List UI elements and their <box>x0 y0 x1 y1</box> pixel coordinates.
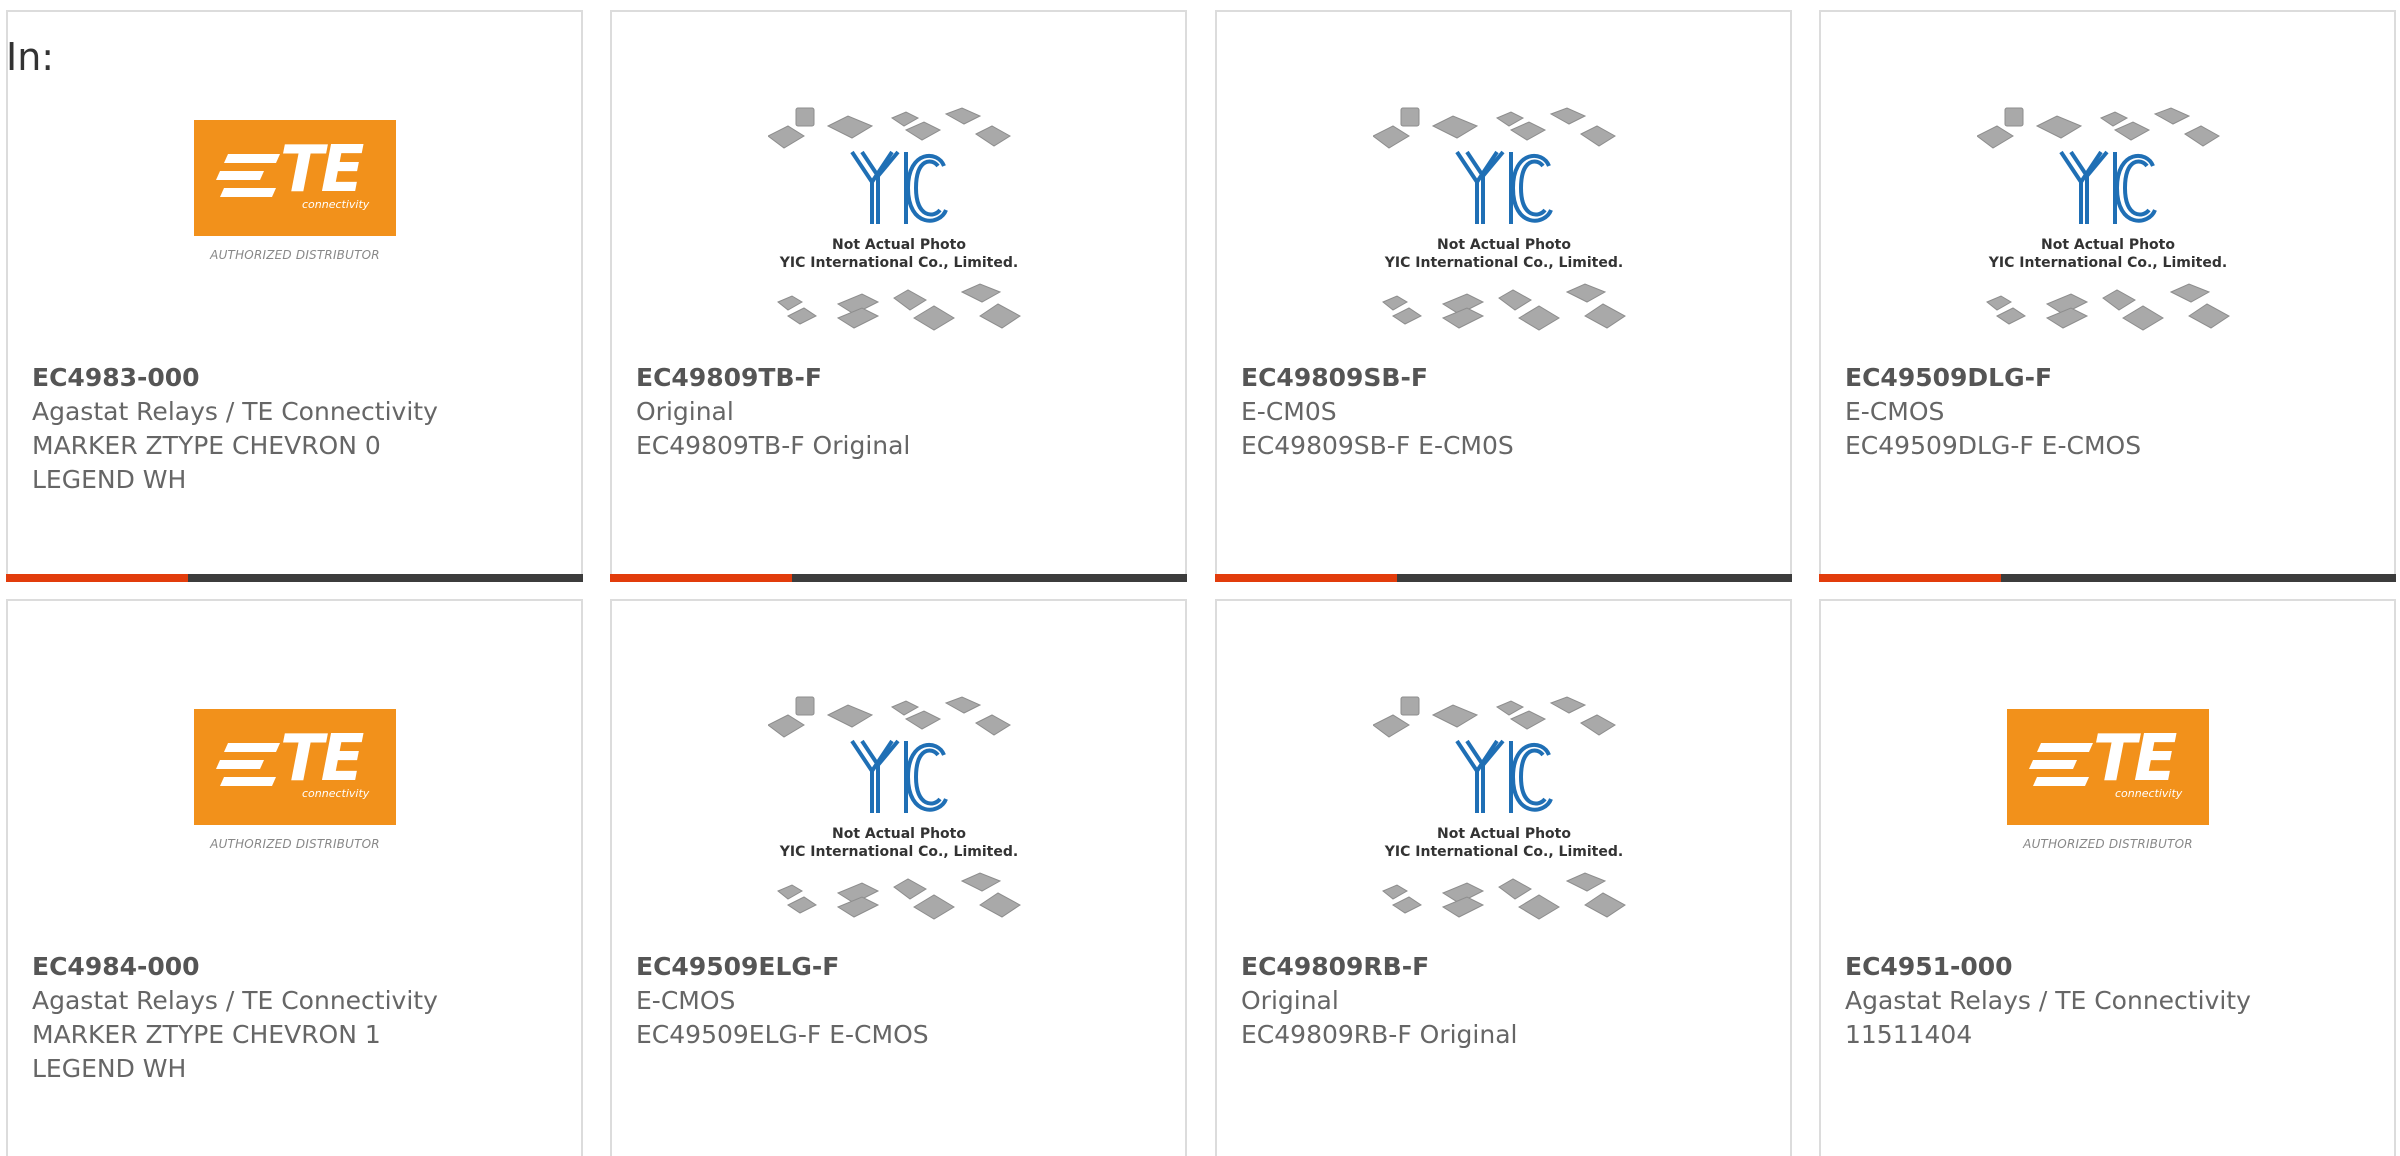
product-part-number[interactable]: EC49809RB-F <box>1241 950 1770 984</box>
chip-packages-icon <box>1372 107 1626 331</box>
card-bottom-bar <box>1819 574 2396 582</box>
product-description: 11511404 <box>1845 1020 1973 1049</box>
product-part-number[interactable]: EC4983-000 <box>32 361 561 395</box>
product-manufacturer-or-condition: Original <box>636 397 734 426</box>
te-bars-icon <box>2029 743 2093 786</box>
te-connectivity-logo: TE connectivity AUTHORIZED DISTRIBUTOR <box>194 120 396 262</box>
product-card[interactable]: TE connectivity AUTHORIZED DISTRIBUTOR E… <box>1819 599 2396 1156</box>
product-image[interactable]: Not Actual Photo YIC International Co., … <box>612 94 1185 346</box>
card-bottom-bar <box>1215 574 1792 582</box>
product-manufacturer-or-condition: E-CMOS <box>1845 397 1945 426</box>
product-description: EC49509DLG-F E-CMOS <box>1845 431 2142 460</box>
product-part-number[interactable]: EC49809SB-F <box>1241 361 1770 395</box>
product-description: EC49809RB-F Original <box>1241 1020 1518 1049</box>
product-card[interactable]: TE connectivity AUTHORIZED DISTRIBUTOR E… <box>6 10 583 582</box>
chip-packages-icon <box>767 696 1021 920</box>
product-image[interactable]: Not Actual Photo YIC International Co., … <box>1821 94 2394 346</box>
product-card[interactable]: TE connectivity AUTHORIZED DISTRIBUTOR E… <box>6 599 583 1156</box>
te-bars-icon <box>216 154 280 197</box>
product-card[interactable]: Not Actual Photo YIC International Co., … <box>610 599 1187 1156</box>
product-card[interactable]: Not Actual Photo YIC International Co., … <box>1215 599 1792 1156</box>
card-bottom-bar <box>610 574 1187 582</box>
product-info: EC4984-000 Agastat Relays / TE Connectivi… <box>32 950 561 1086</box>
product-description: MARKER ZTYPE CHEVRON 0 <box>32 431 381 460</box>
product-description: EC49809SB-F E-CM0S <box>1241 431 1514 460</box>
product-info: EC49809SB-F E-CM0S EC49809SB-F E-CM0S <box>1241 361 1770 463</box>
te-connectivity-logo: TE connectivity AUTHORIZED DISTRIBUTOR <box>194 709 396 851</box>
product-card[interactable]: Not Actual Photo YIC International Co., … <box>1819 10 2396 582</box>
product-part-number[interactable]: EC49809TB-F <box>636 361 1165 395</box>
chip-packages-icon <box>1372 696 1626 920</box>
product-description: EC49509ELG-F E-CMOS <box>636 1020 929 1049</box>
product-info: EC4983-000 Agastat Relays / TE Connectivi… <box>32 361 561 497</box>
product-description: EC49809TB-F Original <box>636 431 911 460</box>
product-manufacturer-or-condition: E-CMOS <box>636 986 736 1015</box>
product-info: EC49809TB-F Original EC49809TB-F Original <box>636 361 1165 463</box>
product-part-number[interactable]: EC49509DLG-F <box>1845 361 2374 395</box>
product-info: EC49509DLG-F E-CMOS EC49509DLG-F E-CMOS <box>1845 361 2374 463</box>
product-description: MARKER ZTYPE CHEVRON 1 <box>32 1020 381 1049</box>
product-image[interactable]: TE connectivity AUTHORIZED DISTRIBUTOR <box>1821 683 2394 935</box>
product-info: EC49509ELG-F E-CMOS EC49509ELG-F E-CMOS <box>636 950 1165 1052</box>
te-bars-icon <box>216 743 280 786</box>
product-card[interactable]: Not Actual Photo YIC International Co., … <box>1215 10 1792 582</box>
product-image[interactable]: TE connectivity AUTHORIZED DISTRIBUTOR <box>8 683 581 935</box>
product-image[interactable]: TE connectivity AUTHORIZED DISTRIBUTOR <box>8 94 581 346</box>
yic-placeholder-image: Not Actual Photo YIC International Co., … <box>767 106 1030 338</box>
product-info: EC4951-000 Agastat Relays / TE Connectivi… <box>1845 950 2374 1052</box>
in-label: In: <box>6 35 55 79</box>
card-bottom-bar <box>6 574 583 582</box>
card-bottom-bar-accent <box>1819 574 2001 582</box>
chip-packages-icon <box>1976 107 2230 331</box>
product-description-continued: LEGEND WH <box>32 1054 187 1083</box>
chip-packages-icon <box>767 107 1021 331</box>
product-grid-page: In: TE connectivity AUTHORIZED DISTRIBUT… <box>0 0 2400 1156</box>
yic-placeholder-image: Not Actual Photo YIC International Co., … <box>1372 106 1635 338</box>
product-manufacturer-or-condition: Agastat Relays / TE Connectivity <box>1845 986 2251 1015</box>
product-description-continued: LEGEND WH <box>32 465 187 494</box>
product-part-number[interactable]: EC49509ELG-F <box>636 950 1165 984</box>
yic-placeholder-image: Not Actual Photo YIC International Co., … <box>1372 695 1635 927</box>
te-connectivity-logo: TE connectivity AUTHORIZED DISTRIBUTOR <box>2007 709 2209 851</box>
product-card[interactable]: Not Actual Photo YIC International Co., … <box>610 10 1187 582</box>
product-info: EC49809RB-F Original EC49809RB-F Original <box>1241 950 1770 1052</box>
product-manufacturer-or-condition: Original <box>1241 986 1339 1015</box>
yic-placeholder-image: Not Actual Photo YIC International Co., … <box>1976 106 2239 338</box>
yic-placeholder-image: Not Actual Photo YIC International Co., … <box>767 695 1030 927</box>
product-manufacturer-or-condition: E-CM0S <box>1241 397 1337 426</box>
product-image[interactable]: Not Actual Photo YIC International Co., … <box>1217 683 1790 935</box>
product-part-number[interactable]: EC4951-000 <box>1845 950 2374 984</box>
card-bottom-bar-accent <box>6 574 188 582</box>
product-manufacturer-or-condition: Agastat Relays / TE Connectivity <box>32 986 438 1015</box>
product-image[interactable]: Not Actual Photo YIC International Co., … <box>1217 94 1790 346</box>
product-image[interactable]: Not Actual Photo YIC International Co., … <box>612 683 1185 935</box>
card-bottom-bar-accent <box>610 574 792 582</box>
product-part-number[interactable]: EC4984-000 <box>32 950 561 984</box>
card-bottom-bar-accent <box>1215 574 1397 582</box>
product-manufacturer-or-condition: Agastat Relays / TE Connectivity <box>32 397 438 426</box>
